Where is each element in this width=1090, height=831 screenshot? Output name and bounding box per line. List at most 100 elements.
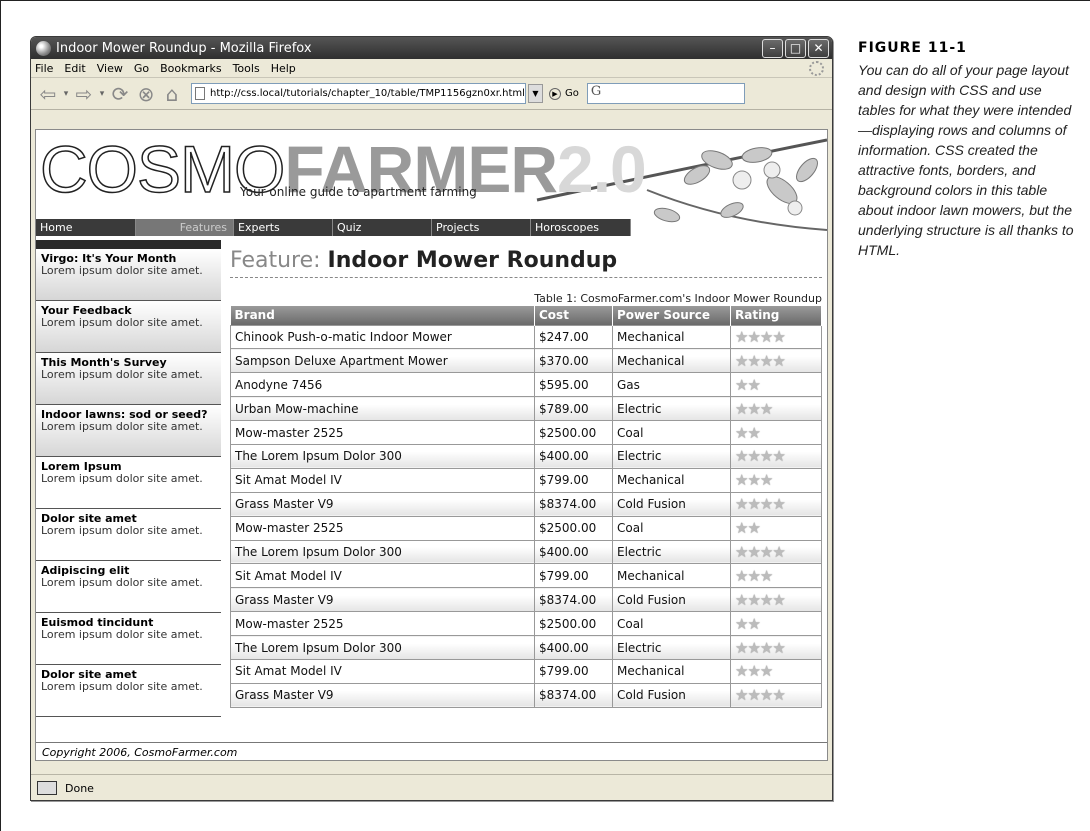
figure-caption-block: FIGURE 11-1 You can do all of your page …: [858, 40, 1078, 260]
cost-cell: $789.00: [534, 396, 613, 422]
menu-bookmarks[interactable]: Bookmarks: [160, 62, 221, 75]
cost-cell: $595.00: [534, 372, 613, 398]
sidebar-top-bar: [36, 240, 221, 249]
table-row: Grass Master V9 $8374.00 Cold Fusion ★★★★: [230, 587, 822, 613]
table-row: Anodyne 7456 $595.00 Gas ★★: [230, 372, 822, 398]
power-cell: Mechanical: [612, 348, 731, 374]
rating-cell: ★★★: [730, 563, 822, 589]
search-input[interactable]: G: [586, 83, 745, 104]
nav-horoscopes[interactable]: Horoscopes: [531, 219, 631, 236]
navigation-toolbar: ⇦ ▾ ⇨ ▾ ⟳ ⊗ ⌂ http://css.local/tutorials…: [31, 78, 832, 110]
browser-window: Indoor Mower Roundup - Mozilla Firefox –…: [30, 36, 833, 801]
nav-quiz[interactable]: Quiz: [333, 219, 432, 236]
rating-cell: ★★: [730, 372, 822, 398]
sidebar-item[interactable]: Dolor site amet Lorem ipsum dolor site a…: [36, 509, 221, 561]
forward-arrow-icon[interactable]: ⇨: [71, 81, 97, 107]
sidebar-item[interactable]: Your Feedback Lorem ipsum dolor site ame…: [36, 301, 221, 353]
window-title: Indoor Mower Roundup - Mozilla Firefox: [56, 40, 312, 56]
brand-cell: Sit Amat Model IV: [230, 563, 535, 589]
cost-cell: $2500.00: [534, 420, 613, 445]
table-row: Grass Master V9 $8374.00 Cold Fusion ★★★★: [230, 682, 822, 708]
brand-cell: The Lorem Ipsum Dolor 300: [230, 539, 535, 565]
sidebar-item[interactable]: Adipiscing elit Lorem ipsum dolor site a…: [36, 561, 221, 613]
table-header-row: Brand Cost Power Source Rating: [230, 306, 822, 325]
url-text[interactable]: http://css.local/tutorials/chapter_10/ta…: [210, 88, 525, 99]
menu-view[interactable]: View: [97, 62, 123, 75]
star-rating-icon: ★★★: [735, 471, 773, 490]
table-row: Mow-master 2525 $2500.00 Coal ★★: [230, 420, 822, 445]
main-content: Feature: Indoor Mower Roundup Table 1: C…: [230, 248, 822, 708]
rating-cell: ★★★: [730, 467, 822, 493]
back-dropdown-icon[interactable]: ▾: [61, 89, 71, 99]
sidebar-item-body: Lorem ipsum dolor site amet.: [41, 264, 203, 277]
menu-go[interactable]: Go: [134, 62, 149, 75]
page-title: Feature: Indoor Mower Roundup: [230, 248, 822, 278]
nav-projects[interactable]: Projects: [432, 219, 531, 236]
power-cell: Mechanical: [612, 658, 731, 684]
status-icon: [37, 781, 57, 795]
cost-cell: $799.00: [534, 467, 613, 493]
go-button[interactable]: ▶ Go: [549, 87, 579, 100]
brand-cell: Mow-master 2525: [230, 515, 535, 541]
column-header-brand: Brand: [230, 306, 535, 325]
minimize-button[interactable]: –: [762, 38, 783, 58]
reload-icon[interactable]: ⟳: [107, 81, 133, 107]
rating-cell: ★★: [730, 420, 822, 445]
nav-experts[interactable]: Experts: [234, 219, 333, 236]
brand-cell: Urban Mow-machine: [230, 396, 535, 422]
power-cell: Mechanical: [612, 467, 731, 493]
stop-icon[interactable]: ⊗: [133, 81, 159, 107]
rating-cell: ★★★★: [730, 348, 822, 374]
back-arrow-icon[interactable]: ⇦: [35, 81, 61, 107]
power-cell: Electric: [612, 539, 731, 565]
star-rating-icon: ★★★★: [735, 447, 786, 466]
table-row: The Lorem Ipsum Dolor 300 $400.00 Electric…: [230, 539, 822, 565]
close-button[interactable]: ✕: [808, 38, 829, 58]
table-caption: Table 1: CosmoFarmer.com's Indoor Mower …: [534, 292, 822, 305]
star-rating-icon: ★★★★: [735, 686, 786, 705]
power-cell: Gas: [612, 372, 731, 398]
sidebar-item[interactable]: Euismod tincidunt Lorem ipsum dolor site…: [36, 613, 221, 665]
maximize-button[interactable]: □: [785, 38, 806, 58]
brand-cell: Anodyne 7456: [230, 372, 535, 398]
brand-cell: Grass Master V9: [230, 682, 535, 708]
brand-cell: Grass Master V9: [230, 491, 535, 517]
nav-features[interactable]: Features: [136, 219, 234, 236]
cost-cell: $247.00: [534, 324, 613, 350]
brand-cell: The Lorem Ipsum Dolor 300: [230, 635, 535, 660]
nav-home[interactable]: Home: [36, 219, 136, 236]
sidebar-item[interactable]: Virgo: It's Your Month Lorem ipsum dolor…: [36, 249, 221, 301]
sidebar-item-body: Lorem ipsum dolor site amet.: [41, 420, 203, 433]
power-cell: Coal: [612, 420, 731, 445]
menu-edit[interactable]: Edit: [64, 62, 85, 75]
sidebar-item[interactable]: Lorem Ipsum Lorem ipsum dolor site amet.: [36, 457, 221, 509]
home-icon[interactable]: ⌂: [159, 81, 185, 107]
url-bar[interactable]: http://css.local/tutorials/chapter_10/ta…: [191, 83, 526, 104]
sidebar-item-body: Lorem ipsum dolor site amet.: [41, 628, 203, 641]
menu-help[interactable]: Help: [271, 62, 296, 75]
sidebar-item[interactable]: Indoor lawns: sod or seed? Lorem ipsum d…: [36, 405, 221, 457]
rating-cell: ★★★: [730, 396, 822, 422]
figure-caption: You can do all of your page layout and d…: [858, 62, 1074, 258]
menu-file[interactable]: File: [35, 62, 53, 75]
rating-cell: ★★★: [730, 658, 822, 684]
sidebar-item-body: Lorem ipsum dolor site amet.: [41, 524, 203, 537]
main-nav: Home Features Experts Quiz Projects Horo…: [36, 219, 631, 236]
star-rating-icon: ★★★★: [735, 327, 786, 346]
sidebar: Virgo: It's Your Month Lorem ipsum dolor…: [36, 240, 221, 717]
firefox-icon: [36, 40, 51, 56]
menu-tools[interactable]: Tools: [233, 62, 260, 75]
power-cell: Electric: [612, 635, 731, 660]
sidebar-item[interactable]: This Month's Survey Lorem ipsum dolor si…: [36, 353, 221, 405]
rating-cell: ★★★★: [730, 682, 822, 708]
cost-cell: $370.00: [534, 348, 613, 374]
url-dropdown-icon[interactable]: ▼: [528, 84, 543, 103]
forward-dropdown-icon[interactable]: ▾: [97, 89, 107, 99]
star-rating-icon: ★★★★: [735, 542, 786, 561]
site-tagline: Your online guide to apartment farming: [240, 185, 477, 199]
cost-cell: $799.00: [534, 563, 613, 589]
power-cell: Mechanical: [612, 563, 731, 589]
table-row: Sit Amat Model IV $799.00 Mechanical ★★★: [230, 563, 822, 589]
table-row: Mow-master 2525 $2500.00 Coal ★★: [230, 611, 822, 637]
sidebar-item[interactable]: Dolor site amet Lorem ipsum dolor site a…: [36, 665, 221, 717]
